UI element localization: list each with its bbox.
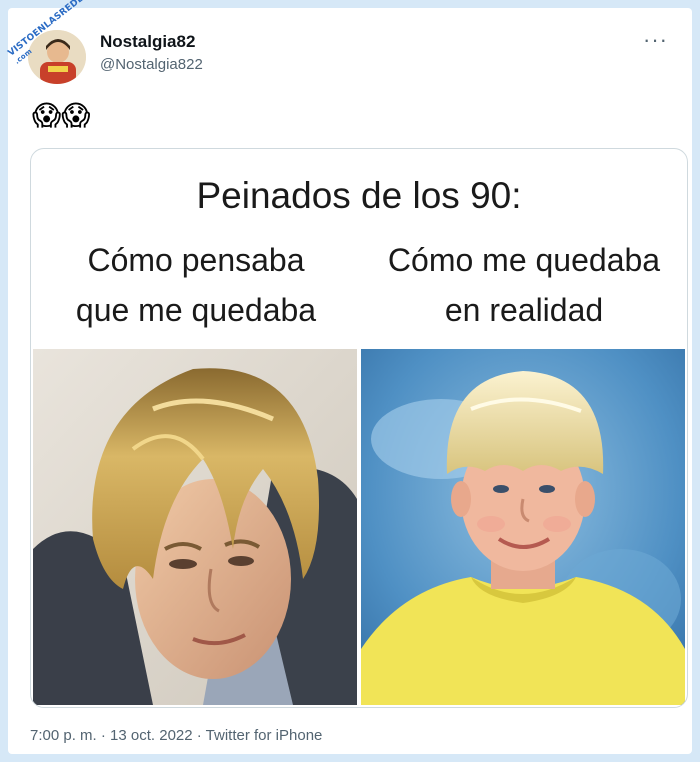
- left-photo: [33, 349, 357, 705]
- tweet-text: 😱😱: [32, 99, 91, 132]
- left-caption: Cómo pensaba que me quedaba: [75, 242, 317, 328]
- meme-title: Peinados de los 90:: [196, 175, 522, 216]
- more-horizontal-icon[interactable]: ···: [643, 29, 668, 51]
- right-photo: [361, 349, 685, 705]
- right-caption: Cómo me quedaba en realidad: [387, 242, 661, 328]
- tweet-media[interactable]: Peinados de los 90: Cómo pensaba que me …: [30, 148, 688, 708]
- tweet-card: VISTOENLASREDES .com Nostalgia82 @Nostalg…: [6, 0, 692, 754]
- user-handle[interactable]: @Nostalgia822: [100, 56, 203, 73]
- display-name[interactable]: Nostalgia82: [100, 32, 195, 52]
- tweet-timestamp[interactable]: 7:00 p. m. · 13 oct. 2022 · Twitter for …: [30, 727, 322, 744]
